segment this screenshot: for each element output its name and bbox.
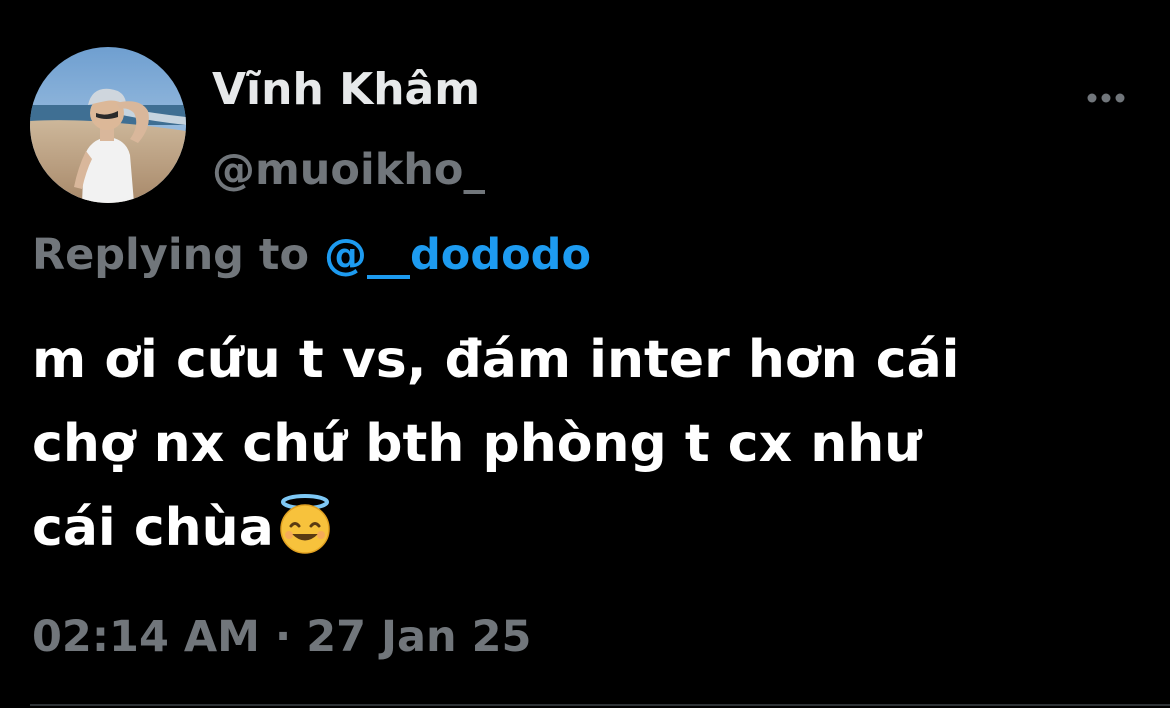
tweet-text-line-last: cái chùa — [32, 486, 1142, 570]
tweet-date: 27 Jan 25 — [306, 612, 532, 662]
avatar-photo — [30, 47, 186, 203]
tweet-text-line: chợ nx chứ bth phòng t cx như — [32, 414, 922, 474]
reply-mention-link[interactable]: @__dododo — [324, 230, 591, 280]
author-handle[interactable]: @muoikho_ — [212, 145, 485, 195]
tweet: Vĩnh Khâm @muoikho_ Replying to @__dodod… — [0, 0, 1170, 708]
more-options-button[interactable] — [1080, 85, 1132, 111]
smiling-face-with-halo-icon — [274, 493, 336, 555]
avatar[interactable] — [30, 47, 186, 203]
tweet-text: m ơi cứu t vs, đám inter hơn cái chợ nx … — [32, 318, 1142, 570]
tweet-time: 02:14 AM — [32, 612, 260, 662]
replying-to: Replying to @__dododo — [32, 230, 591, 280]
divider — [30, 704, 1170, 706]
tweet-text-line: cái chùa — [32, 498, 274, 558]
tweet-timestamp[interactable]: 02:14 AM · 27 Jan 25 — [32, 612, 531, 662]
replying-to-label: Replying to — [32, 230, 310, 280]
timestamp-separator: · — [274, 612, 292, 662]
author-display-name[interactable]: Vĩnh Khâm — [212, 64, 480, 115]
more-horizontal-icon — [1087, 93, 1125, 103]
tweet-text-line: m ơi cứu t vs, đám inter hơn cái — [32, 330, 960, 390]
